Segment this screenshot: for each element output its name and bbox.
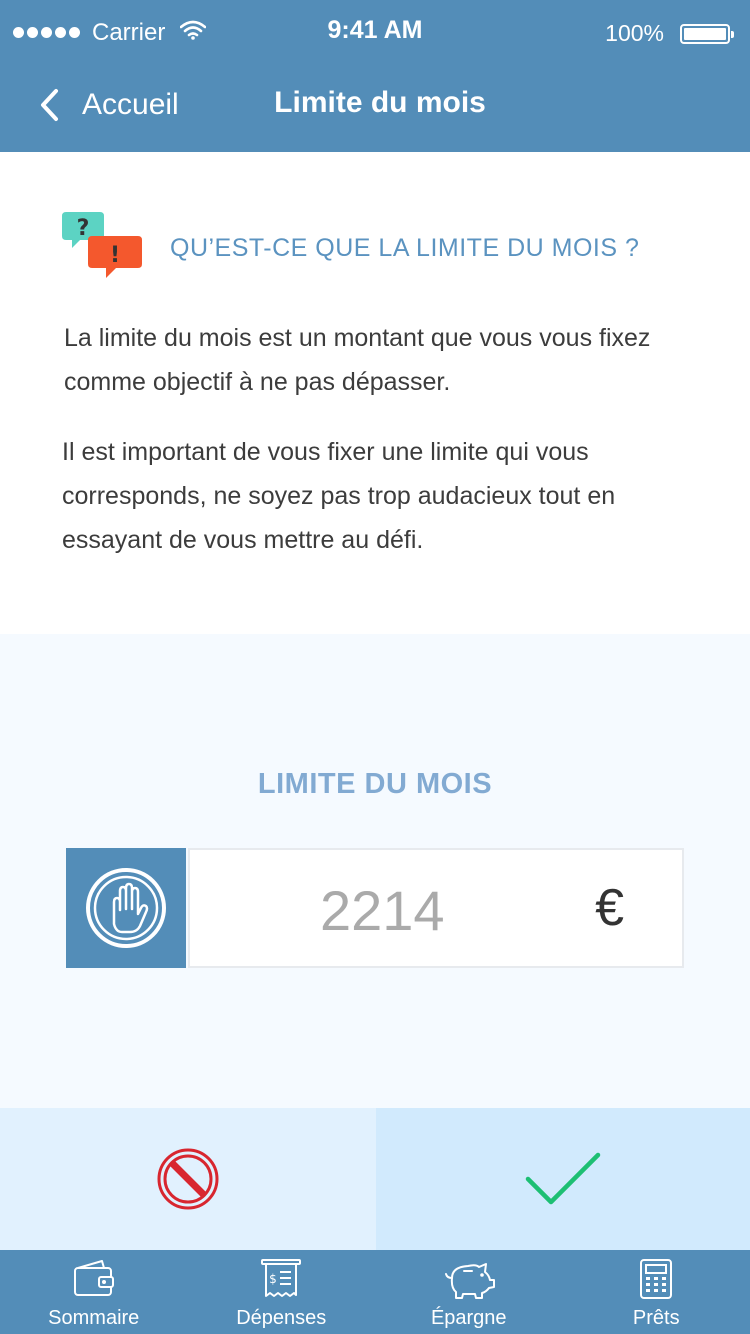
cancel-button[interactable] xyxy=(0,1108,376,1250)
tab-sommaire[interactable]: Sommaire xyxy=(0,1250,188,1334)
svg-text:?: ? xyxy=(77,216,90,241)
limit-amount-input[interactable]: 2214 € xyxy=(188,848,684,968)
tab-prets[interactable]: Prêts xyxy=(563,1250,750,1334)
currency-symbol: € xyxy=(595,879,624,937)
info-heading: QU’EST-CE QUE LA LIMITE DU MOIS ? xyxy=(170,234,640,262)
action-bar xyxy=(0,1108,750,1250)
calculator-icon xyxy=(640,1259,673,1299)
tab-label: Épargne xyxy=(430,1307,507,1329)
info-paragraph-1: La limite du mois est un montant que vou… xyxy=(64,324,651,396)
tab-label: Sommaire xyxy=(48,1307,140,1329)
confirm-button[interactable] xyxy=(376,1108,750,1250)
limit-icon-container xyxy=(66,848,186,968)
limit-title: LIMITE DU MOIS xyxy=(257,768,493,800)
stop-hand-icon xyxy=(86,868,166,948)
status-bar: Carrier 9:41 AM 100% xyxy=(0,0,750,66)
receipt-icon: $ xyxy=(261,1259,302,1297)
piggy-bank-icon xyxy=(444,1263,495,1299)
battery-percentage: 100% xyxy=(605,20,664,46)
svg-text:$: $ xyxy=(269,1272,277,1286)
question-speech-bubbles-icon: ? ! xyxy=(62,212,142,278)
tab-depenses[interactable]: $ Dépenses xyxy=(188,1250,376,1334)
tab-epargne[interactable]: Épargne xyxy=(375,1250,563,1334)
svg-text:!: ! xyxy=(110,243,120,268)
info-paragraph-2: Il est important de vous fixer une limit… xyxy=(62,438,616,554)
prohibited-icon xyxy=(157,1148,219,1210)
limit-amount-value: 2214 xyxy=(320,879,445,942)
info-section: ? ! QU’EST-CE QUE LA LIMITE DU MOIS ? La… xyxy=(0,152,750,634)
checkmark-icon xyxy=(525,1152,601,1205)
tab-label: Dépenses xyxy=(236,1307,327,1329)
wallet-icon xyxy=(73,1260,114,1296)
tab-label: Prêts xyxy=(632,1307,680,1329)
header: Carrier 9:41 AM 100% Accueil Limite du m… xyxy=(0,0,750,152)
tab-bar: Sommaire $ Dépenses Épargne Prêts xyxy=(0,1250,750,1334)
page-title: Limite du mois xyxy=(274,86,486,119)
battery-icon xyxy=(680,24,734,44)
limit-section: LIMITE DU MOIS 2214 € xyxy=(0,634,750,1108)
limit-input-group: 2214 € xyxy=(66,848,684,968)
